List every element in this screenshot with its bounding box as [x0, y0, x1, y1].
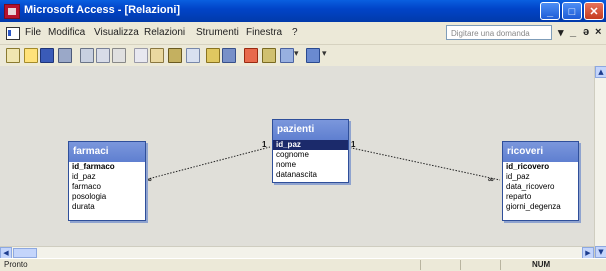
- field-row[interactable]: posologia: [69, 192, 145, 202]
- print-icon[interactable]: [58, 48, 72, 63]
- menu-help[interactable]: ?: [292, 27, 298, 38]
- title-bar: Microsoft Access - [Relazioni] _ □ ✕: [0, 0, 606, 22]
- maximize-button[interactable]: □: [562, 2, 582, 20]
- menu-relazioni[interactable]: Relazioni: [144, 27, 185, 38]
- field-row[interactable]: id_farmaco: [69, 162, 145, 172]
- delete-icon[interactable]: [244, 48, 258, 63]
- scroll-up-icon[interactable]: ▲: [595, 66, 606, 78]
- format-painter-icon[interactable]: [168, 48, 182, 63]
- table-pazienti[interactable]: pazienti id_paz cognome nome datanascita: [272, 119, 349, 183]
- minimize-button[interactable]: _: [540, 2, 560, 20]
- database-window-icon[interactable]: [262, 48, 276, 63]
- open-icon[interactable]: [24, 48, 38, 63]
- status-text: Pronto: [4, 260, 28, 269]
- cardinality-farmaci-many: ∞: [146, 175, 152, 184]
- field-row[interactable]: farmaco: [69, 182, 145, 192]
- menu-visualizza[interactable]: Visualizza: [94, 27, 139, 38]
- show-direct-icon[interactable]: [222, 48, 236, 63]
- field-row[interactable]: reparto: [503, 192, 578, 202]
- cardinality-pazienti-one-left: 1: [262, 140, 267, 149]
- print-preview-icon[interactable]: [80, 48, 94, 63]
- new-object-icon[interactable]: [280, 48, 294, 63]
- document-icon[interactable]: [6, 27, 20, 40]
- table-header-farmaci[interactable]: farmaci: [69, 142, 145, 162]
- save-icon[interactable]: [40, 48, 54, 63]
- table-header-pazienti[interactable]: pazienti: [273, 120, 348, 140]
- menu-strumenti[interactable]: Strumenti: [196, 27, 239, 38]
- num-lock-indicator: NUM: [532, 260, 551, 269]
- spelling-icon[interactable]: [96, 48, 110, 63]
- menu-modifica[interactable]: Modifica: [48, 27, 85, 38]
- new-object-dropdown-icon[interactable]: ▾: [294, 49, 299, 59]
- table-farmaci[interactable]: farmaci id_farmaco id_paz farmaco posolo…: [68, 141, 146, 221]
- field-row[interactable]: nome: [273, 160, 348, 170]
- cut-icon[interactable]: [112, 48, 126, 63]
- mdi-minimize-button[interactable]: _: [570, 26, 576, 38]
- field-row[interactable]: cognome: [273, 150, 348, 160]
- copy-icon[interactable]: [134, 48, 148, 63]
- show-table-icon[interactable]: [206, 48, 220, 63]
- cardinality-ricoveri-many: ∞: [488, 175, 494, 184]
- relationship-toolbar: ▾ ▾: [0, 45, 606, 67]
- mdi-close-button[interactable]: ×: [595, 26, 601, 38]
- help-dropdown-icon[interactable]: ▾: [558, 26, 564, 39]
- close-button[interactable]: ✕: [584, 2, 604, 20]
- status-divider: [460, 260, 461, 270]
- field-row[interactable]: id_paz: [273, 140, 348, 150]
- toolbar-options-icon[interactable]: ▾: [322, 49, 327, 59]
- help-question-input[interactable]: Digitare una domanda: [446, 25, 552, 40]
- menu-file[interactable]: File: [25, 27, 41, 38]
- status-divider: [420, 260, 421, 270]
- field-row[interactable]: durata: [69, 202, 145, 212]
- table-ricoveri[interactable]: ricoveri id_ricovero id_paz data_ricover…: [502, 141, 579, 221]
- field-row[interactable]: datanascita: [273, 170, 348, 180]
- window-title: Microsoft Access - [Relazioni]: [24, 4, 181, 16]
- status-divider: [500, 260, 501, 270]
- vertical-scrollbar[interactable]: ▲ ▼: [594, 66, 606, 258]
- scroll-down-icon[interactable]: ▼: [595, 246, 606, 258]
- status-bar: Pronto NUM: [0, 258, 606, 271]
- menu-finestra[interactable]: Finestra: [246, 27, 282, 38]
- report-view-icon[interactable]: [6, 48, 20, 63]
- field-row[interactable]: id_ricovero: [503, 162, 578, 172]
- menu-bar: File Modifica Visualizza Relazioni Strum…: [0, 22, 606, 45]
- access-app-icon[interactable]: [4, 4, 20, 19]
- field-row[interactable]: id_paz: [69, 172, 145, 182]
- horizontal-scroll-thumb[interactable]: [13, 248, 37, 258]
- paste-icon[interactable]: [150, 48, 164, 63]
- field-row[interactable]: giorni_degenza: [503, 202, 578, 212]
- field-row[interactable]: id_paz: [503, 172, 578, 182]
- table-header-ricoveri[interactable]: ricoveri: [503, 142, 578, 162]
- help-icon[interactable]: [306, 48, 320, 63]
- cardinality-pazienti-one-right: 1: [351, 140, 356, 149]
- field-row[interactable]: data_ricovero: [503, 182, 578, 192]
- mdi-restore-button[interactable]: ə: [583, 26, 589, 38]
- undo-icon[interactable]: [186, 48, 200, 63]
